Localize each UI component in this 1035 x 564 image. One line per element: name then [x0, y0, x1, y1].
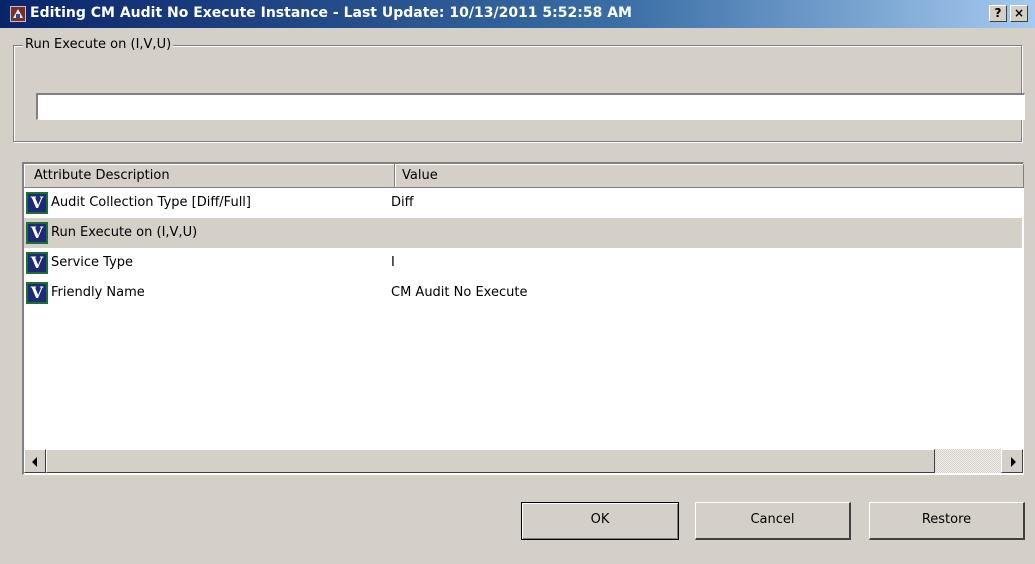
v-icon: V: [26, 192, 48, 214]
ok-button[interactable]: OK: [521, 502, 679, 540]
attribute-list[interactable]: Attribute Description Value V Audit Coll…: [22, 162, 1024, 475]
table-row[interactable]: V Audit Collection Type [Diff/Full] Diff: [24, 188, 1022, 218]
column-header-attribute-description[interactable]: Attribute Description: [24, 164, 395, 188]
close-button[interactable]: ×: [1010, 5, 1028, 22]
attribute-value: Diff: [391, 195, 414, 210]
table-row-selected[interactable]: V Run Execute on (I,V,U): [24, 218, 1022, 248]
table-row[interactable]: V Friendly Name CM Audit No Execute: [24, 278, 1022, 308]
v-icon: V: [26, 252, 48, 274]
table-row[interactable]: V Service Type I: [24, 248, 1022, 278]
run-execute-input[interactable]: [36, 93, 1025, 120]
arrow-left-icon: [32, 457, 37, 467]
scroll-left-button[interactable]: [24, 449, 46, 473]
attribute-value: CM Audit No Execute: [391, 285, 528, 300]
app-icon: [10, 6, 26, 22]
list-header: Attribute Description Value: [24, 164, 1024, 188]
attribute-description: Run Execute on (I,V,U): [51, 225, 198, 240]
horizontal-scrollbar[interactable]: [24, 449, 1023, 473]
cancel-button[interactable]: Cancel: [695, 502, 851, 540]
help-button[interactable]: ?: [989, 5, 1007, 22]
v-icon: V: [26, 282, 48, 304]
scroll-right-button[interactable]: [1001, 449, 1023, 473]
column-header-value[interactable]: Value: [395, 164, 1024, 188]
window-title: Editing CM Audit No Execute Instance - L…: [30, 5, 632, 21]
arrow-right-icon: [1011, 457, 1016, 467]
title-bar[interactable]: Editing CM Audit No Execute Instance - L…: [0, 0, 1035, 28]
run-execute-group: Run Execute on (I,V,U): [13, 37, 1025, 142]
attribute-description: Audit Collection Type [Diff/Full]: [51, 195, 251, 210]
attribute-description: Service Type: [51, 255, 134, 270]
attribute-description: Friendly Name: [51, 285, 145, 300]
scroll-thumb[interactable]: [46, 449, 935, 473]
run-execute-legend: Run Execute on (I,V,U): [23, 37, 174, 53]
v-icon: V: [26, 222, 48, 244]
restore-button[interactable]: Restore: [869, 502, 1025, 540]
attribute-value: I: [391, 255, 395, 270]
